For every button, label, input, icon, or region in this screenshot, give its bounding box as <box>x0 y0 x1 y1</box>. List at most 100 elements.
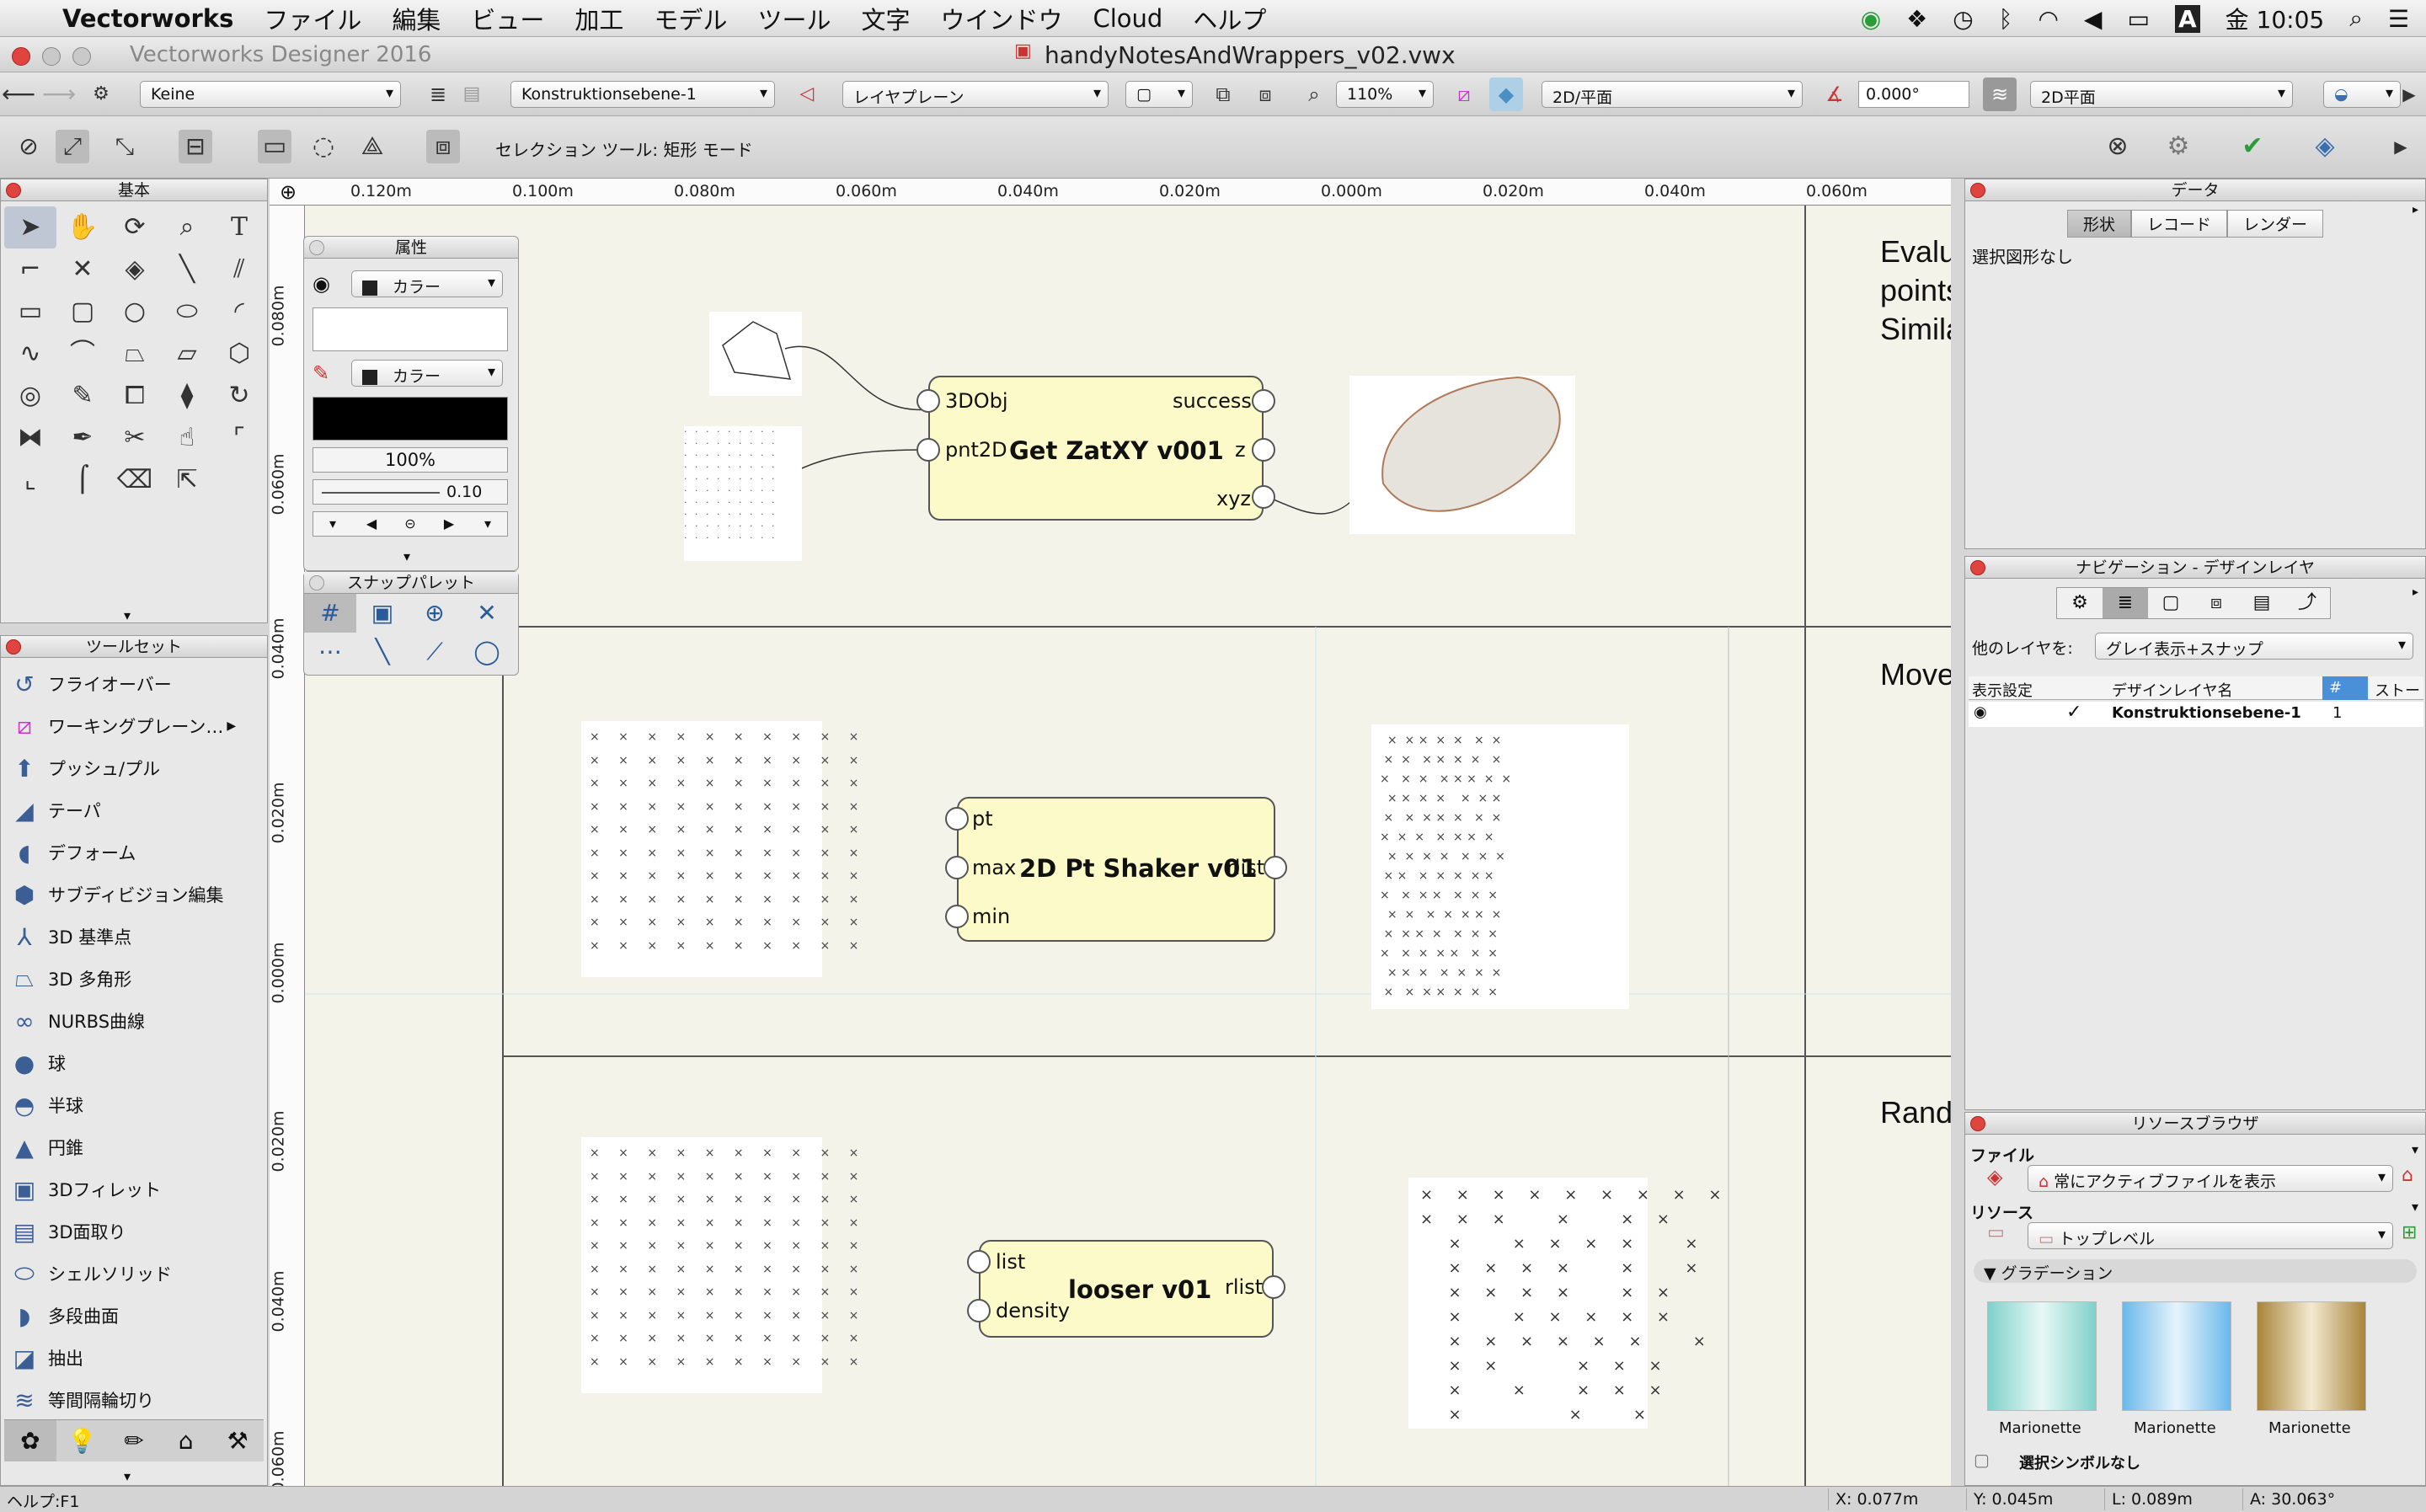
toolset-item-working-plane[interactable]: ⧄ ワーキングプレーン… ▶ <box>1 705 267 747</box>
split-tool-icon[interactable]: ✒ <box>56 417 109 459</box>
lasso-marquee-icon[interactable]: ◌ <box>307 130 340 163</box>
nav-classes-icon[interactable]: ⚙ <box>2057 588 2103 618</box>
toolset-item-3d-chamfer[interactable]: ▤ 3D面取り <box>1 1210 267 1253</box>
double-line-tool-icon[interactable]: ⫽ <box>213 248 265 291</box>
toolset-item-3d-fillet[interactable]: ▣ 3Dフィレット <box>1 1168 267 1210</box>
port-xyz[interactable] <box>1252 485 1275 509</box>
layer-row[interactable]: ◉ ✓ Konstruktionsebene-1 1 <box>1969 702 2423 727</box>
basic-close-icon[interactable] <box>6 183 21 198</box>
fit-to-window-icon[interactable]: ⧉ <box>1206 77 1240 111</box>
spiral-tool-icon[interactable]: ◎ <box>4 375 56 417</box>
toolset-item-shell-solid[interactable]: ⬭ シェルソリッド <box>1 1253 267 1295</box>
toolbar2-overflow-icon[interactable]: ▶ <box>2384 130 2418 163</box>
menu-model[interactable]: モデル <box>654 1 727 36</box>
basic-expand-icon[interactable]: ▾ <box>124 607 131 623</box>
trim-tool-icon[interactable]: ✂ <box>109 417 161 459</box>
input-source-icon[interactable]: A <box>2174 4 2200 33</box>
data-close-icon[interactable] <box>1970 183 1985 198</box>
layer-options-icon[interactable]: ▤ <box>455 77 489 111</box>
attribute-mapping-icon[interactable]: ◈ <box>109 248 161 291</box>
toolset-item-flyover[interactable]: ↺ フライオーバー <box>1 663 267 705</box>
selection-tool-icon[interactable]: ➤ <box>4 206 56 248</box>
drawing-canvas[interactable]: · · · · · · · · · · · · · · · · · · · · … <box>305 206 1951 1486</box>
snap-object-icon[interactable]: ▣ <box>356 594 409 633</box>
snap-intersection-icon[interactable]: ✕ <box>461 594 513 633</box>
snap-tangent-icon[interactable]: ◯ <box>461 633 513 671</box>
toolset-item-subdivision[interactable]: ⬢ サブディビジョン編集 <box>1 874 267 916</box>
port-pnt2d[interactable] <box>916 438 940 462</box>
resource-folder-select[interactable]: ▭ トップレベル <box>2028 1222 2393 1249</box>
sheet-select[interactable]: ▢ <box>1125 81 1193 108</box>
toolset-item-extract[interactable]: ◪ 抽出 <box>1 1337 267 1379</box>
menu-cloud[interactable]: Cloud <box>1093 4 1163 33</box>
locus-tool-icon[interactable]: ✕ <box>56 248 109 291</box>
check-symbol-icon[interactable]: ✔ <box>2236 130 2269 163</box>
zoom-select[interactable]: 110% <box>1336 81 1434 108</box>
nav-saved-views-icon[interactable]: ▤ <box>2239 588 2284 618</box>
toolset-expand-icon[interactable]: ▾ <box>124 1468 131 1484</box>
toolset-item-taper[interactable]: ◢ テーパ <box>1 789 267 831</box>
lightbulb-icon[interactable]: 💡 <box>56 1420 109 1461</box>
polygon-tool-icon[interactable]: ⏢ <box>109 333 161 375</box>
snap-smart-edge-icon[interactable]: ⟋ <box>409 633 461 671</box>
offset-tool-icon[interactable]: ☝ <box>161 417 213 459</box>
eyedropper-tool-icon[interactable]: ✎ <box>56 375 109 417</box>
nav-viewports-icon[interactable]: ⧈ <box>2194 588 2239 618</box>
toolset-item-push-pull[interactable]: ⬆ プッシュ/プル <box>1 747 267 789</box>
attributes-expand-icon[interactable]: ▾ <box>403 548 410 564</box>
rectangle-tool-icon[interactable]: ▭ <box>4 291 56 333</box>
pen-preview[interactable] <box>313 397 508 441</box>
port-density[interactable] <box>967 1299 991 1322</box>
rect-mode-icon[interactable]: ⤢ <box>56 130 89 163</box>
active-layer-check[interactable]: ✓ <box>2066 702 2081 723</box>
polyline-tool-icon[interactable]: ⌒ <box>56 333 109 375</box>
double-polygon-tool-icon[interactable]: ⏥ <box>161 333 213 375</box>
end-arrow-menu-icon[interactable]: ▾ <box>468 512 507 536</box>
disable-rotation-icon[interactable]: ⊘ <box>12 130 45 163</box>
layer-stack-icon[interactable]: ≣ <box>421 77 455 111</box>
zoom-window-icon[interactable] <box>72 47 91 66</box>
toolset-close-icon[interactable] <box>6 639 21 654</box>
toolset-item-hemisphere[interactable]: ◓ 半球 <box>1 1084 267 1126</box>
clock[interactable]: 金 10:05 <box>2226 2 2325 35</box>
layer-select[interactable]: Konstruktionsebene-1 <box>510 81 775 108</box>
status-app-icon[interactable]: ◉ <box>1861 5 1881 33</box>
col-visibility[interactable]: 表示設定 <box>1972 679 2033 701</box>
cloud-publish-icon[interactable]: ◈ <box>2308 130 2342 163</box>
dropbox-icon[interactable]: ❖ <box>1906 5 1927 33</box>
tab-render[interactable]: レンダー <box>2227 210 2324 238</box>
render-mode-icon[interactable]: ≋ <box>1983 77 2017 111</box>
col-story[interactable]: ストー <box>2375 679 2420 701</box>
eraser-tool-icon[interactable]: ⌫ <box>109 459 161 501</box>
close-window-icon[interactable] <box>12 47 30 66</box>
snap-close-icon[interactable] <box>309 575 324 590</box>
line-tool-icon[interactable]: ╲ <box>161 248 213 291</box>
snap-grid-icon[interactable]: # <box>304 594 356 633</box>
resource-menu-icon[interactable]: ▾ <box>2412 1199 2418 1215</box>
nav-sheets-icon[interactable]: ▢ <box>2148 588 2194 618</box>
fit-objects-icon[interactable]: ⧈ <box>1248 77 1282 111</box>
toolset-item-nurbs[interactable]: ∞ NURBS曲線 <box>1 1000 267 1042</box>
toolset-item-sphere[interactable]: ● 球 <box>1 1042 267 1084</box>
port-z[interactable] <box>1252 438 1275 462</box>
file-menu-icon[interactable]: ▾ <box>2412 1141 2418 1157</box>
class-icon[interactable]: ⚙ <box>84 77 118 111</box>
resource-close-icon[interactable] <box>1970 1116 1985 1131</box>
battery-icon[interactable]: ▭ <box>2127 5 2149 33</box>
nav-close-icon[interactable] <box>1970 560 1985 575</box>
gradient-thumb[interactable] <box>1987 1301 2097 1411</box>
start-arrow-icon[interactable]: ◀ <box>352 512 391 536</box>
port-list[interactable] <box>967 1250 991 1274</box>
chamfer-tool-icon[interactable]: ⌞ <box>4 459 56 501</box>
working-plane-view-icon[interactable]: ◆ <box>1489 77 1523 111</box>
file-select[interactable]: ⌂ 常にアクティブファイルを表示 <box>2028 1165 2393 1192</box>
minimize-window-icon[interactable] <box>42 47 61 66</box>
rounded-rect-tool-icon[interactable]: ▢ <box>56 291 109 333</box>
attributes-close-icon[interactable] <box>309 240 324 255</box>
col-layer-name[interactable]: デザインレイヤ名 <box>2112 679 2232 701</box>
toolset-item-deform[interactable]: ◖ デフォーム <box>1 831 267 874</box>
gradient-group-header[interactable]: ▼ グラデーション <box>1974 1259 2417 1283</box>
menu-help[interactable]: ヘルプ <box>1193 1 1266 36</box>
settings-icon[interactable]: ⚙ <box>2161 130 2195 163</box>
ruler-origin-icon[interactable]: ⊕ <box>280 180 297 204</box>
